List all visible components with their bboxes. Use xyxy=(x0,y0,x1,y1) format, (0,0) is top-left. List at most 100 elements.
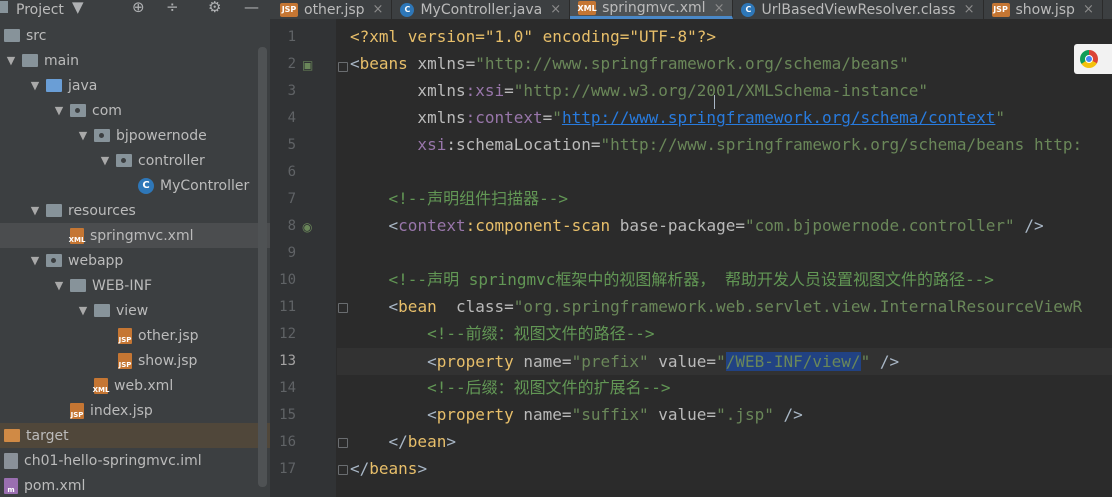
chrome-icon[interactable] xyxy=(1080,50,1098,68)
tree-item-label: view xyxy=(116,302,149,319)
line-number: 5 xyxy=(287,137,296,153)
tree-item-src[interactable]: src xyxy=(0,23,270,48)
fold-marker-icon[interactable] xyxy=(338,438,348,448)
close-icon[interactable]: × xyxy=(550,2,561,17)
line-number: 9 xyxy=(287,245,296,261)
code-line-12: <!--前缀：视图文件的路径--> xyxy=(350,324,655,343)
tree-item-label: resources xyxy=(68,202,136,219)
chevron-down-icon[interactable]: ▼ xyxy=(28,204,42,217)
chevron-down-icon[interactable]: ▼ xyxy=(76,129,90,142)
minimize-icon[interactable]: — xyxy=(244,0,259,16)
tree-item-web-inf[interactable]: ▼ WEB-INF xyxy=(0,273,270,298)
line-number: 11 xyxy=(279,299,296,315)
component-scan-gutter-icon[interactable]: ◉ xyxy=(302,220,318,234)
tree-item-mycontroller[interactable]: C MyController xyxy=(0,173,270,198)
tab-label: MyController.java xyxy=(420,1,543,18)
fold-marker-icon[interactable] xyxy=(338,62,348,72)
line-number: 14 xyxy=(279,380,296,396)
target-icon[interactable]: ⊕ xyxy=(132,0,145,16)
package-icon xyxy=(94,129,110,142)
tree-item-resources[interactable]: ▼ resources xyxy=(0,198,270,223)
folder-icon xyxy=(70,279,86,292)
jsp-file-icon: JSP xyxy=(991,2,1010,17)
tree-item-label: index.jsp xyxy=(90,402,153,419)
project-panel-header: Project ▼ ⊕ ÷ ⚙ — xyxy=(0,0,270,19)
chevron-down-icon[interactable]: ▼ xyxy=(4,54,18,67)
collapse-icon[interactable]: ÷ xyxy=(166,0,179,16)
tree-scrollbar[interactable] xyxy=(258,47,267,487)
tree-item-label: pom.xml xyxy=(24,477,86,494)
chevron-down-icon[interactable]: ▼ xyxy=(28,79,42,92)
tab-mycontroller-java[interactable]: C MyController.java × xyxy=(392,0,571,19)
project-icon xyxy=(0,1,8,13)
close-icon[interactable]: × xyxy=(964,2,975,17)
line-number: 7 xyxy=(287,191,296,207)
code-line-17: </beans> xyxy=(350,459,428,478)
folder-icon xyxy=(4,29,20,42)
chevron-down-icon[interactable]: ▼ xyxy=(98,154,112,167)
tree-item-label: controller xyxy=(138,152,205,169)
java-class-icon: C xyxy=(138,177,154,194)
fold-marker-icon[interactable] xyxy=(338,465,348,475)
tree-item-target[interactable]: target xyxy=(0,423,270,448)
line-number: 17 xyxy=(279,461,296,477)
package-icon xyxy=(116,154,132,167)
project-panel-title[interactable]: Project xyxy=(16,2,64,18)
code-line-5: xsi:schemaLocation="http://www.springfra… xyxy=(350,135,1083,154)
tab-show-jsp[interactable]: JSP show.jsp × xyxy=(984,0,1103,19)
line-number: 1 xyxy=(287,29,296,45)
jsp-file-icon: JSP xyxy=(118,352,132,369)
browser-preview-popup[interactable] xyxy=(1074,44,1112,74)
tree-item-label: other.jsp xyxy=(138,327,199,344)
folder-icon xyxy=(94,304,110,317)
chevron-down-icon[interactable]: ▼ xyxy=(28,254,42,267)
web-folder-icon xyxy=(46,254,62,267)
tree-item-iml[interactable]: ch01-hello-springmvc.iml xyxy=(0,448,270,473)
line-number-current: 13 xyxy=(279,353,296,369)
tree-item-springmvc-xml[interactable]: XML springmvc.xml xyxy=(0,223,270,248)
tree-item-pom-xml[interactable]: m pom.xml xyxy=(0,473,270,497)
tree-item-label: web.xml xyxy=(114,377,174,394)
fold-marker-icon[interactable] xyxy=(338,303,348,313)
code-line-15: <property name="suffix" value=".jsp" /> xyxy=(350,405,803,424)
tab-other-jsp[interactable]: JSP other.jsp × xyxy=(272,0,393,19)
mouse-cursor xyxy=(714,95,715,109)
tree-item-view[interactable]: ▼ view xyxy=(0,298,270,323)
tree-item-java[interactable]: ▼ java xyxy=(0,73,270,98)
chevron-down-icon[interactable]: ▼ xyxy=(52,279,66,292)
close-icon[interactable]: × xyxy=(714,1,725,16)
tree-item-index-jsp[interactable]: JSP index.jsp xyxy=(0,398,270,423)
jsp-file-icon: JSP xyxy=(118,327,132,344)
tree-item-label: java xyxy=(68,77,98,94)
code-line-7: <!--声明组件扫描器--> xyxy=(350,189,568,208)
tree-item-label: MyController xyxy=(160,177,250,194)
resources-folder-icon xyxy=(46,204,62,217)
tree-item-web-xml[interactable]: XML web.xml xyxy=(0,373,270,398)
top-toolbar: Project ▼ ⊕ ÷ ⚙ — JSP other.jsp × C MyCo… xyxy=(0,0,1112,19)
chevron-down-icon[interactable]: ▼ xyxy=(52,104,66,117)
tab-springmvc-xml[interactable]: XML springmvc.xml × xyxy=(570,0,734,19)
chevron-down-icon[interactable]: ▼ xyxy=(72,0,84,16)
code-line-4: xmlns:context="http://www.springframewor… xyxy=(350,108,1006,127)
code-line-3: xmlns:xsi="http://www.w3.org/2001/XMLSch… xyxy=(350,81,928,100)
xml-file-icon: XML xyxy=(69,227,85,244)
tree-item-show-jsp[interactable]: JSP show.jsp xyxy=(0,348,270,373)
excluded-folder-icon xyxy=(4,429,20,442)
chevron-down-icon[interactable]: ▼ xyxy=(76,304,90,317)
tree-item-other-jsp[interactable]: JSP other.jsp xyxy=(0,323,270,348)
close-icon[interactable]: × xyxy=(1083,2,1094,17)
tree-item-webapp[interactable]: ▼ webapp xyxy=(0,248,270,273)
close-icon[interactable]: × xyxy=(373,2,384,17)
tree-item-label: com xyxy=(92,102,122,119)
gear-icon[interactable]: ⚙ xyxy=(208,0,221,16)
package-icon xyxy=(70,104,86,117)
line-number: 8 xyxy=(287,218,296,234)
tree-item-com[interactable]: ▼ com xyxy=(0,98,270,123)
tree-item-controller[interactable]: ▼ controller xyxy=(0,148,270,173)
tab-urlbasedviewresolver-class[interactable]: C UrlBasedViewResolver.class × xyxy=(733,0,984,19)
tree-item-bjpowernode[interactable]: ▼ bjpowernode xyxy=(0,123,270,148)
line-number: 4 xyxy=(287,110,296,126)
bean-gutter-icon[interactable]: ▣ xyxy=(302,58,318,72)
line-number: 10 xyxy=(279,272,296,288)
tree-item-main[interactable]: ▼ main xyxy=(0,48,270,73)
